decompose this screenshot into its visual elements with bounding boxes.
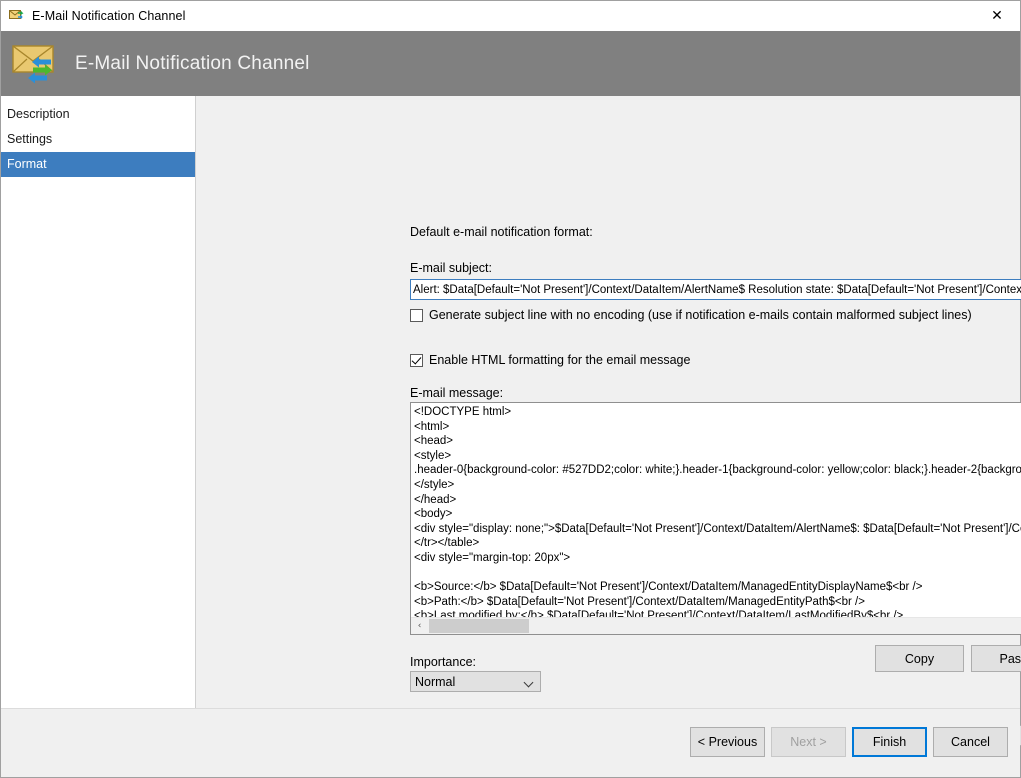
sidebar-item-settings[interactable]: Settings (1, 127, 195, 152)
no-encoding-checkbox-row[interactable]: Generate subject line with no encoding (… (410, 308, 972, 322)
page-title: E-Mail Notification Channel (75, 53, 310, 75)
no-encoding-checkbox[interactable] (410, 309, 423, 322)
scroll-left-icon[interactable]: ‹ (411, 618, 428, 634)
html-formatting-checkbox-label: Enable HTML formatting for the email mes… (429, 353, 690, 367)
email-subject-input[interactable] (410, 279, 1021, 300)
format-panel: Default e-mail notification format: E-ma… (196, 96, 1020, 708)
copy-button[interactable]: Copy (875, 645, 964, 672)
chevron-down-icon (525, 679, 533, 687)
email-message-editor[interactable]: <!DOCTYPE html> <html> <head> <style> .h… (410, 402, 1021, 635)
next-button: Next > (771, 727, 846, 757)
finish-button[interactable]: Finish (852, 727, 927, 757)
email-subject-label: E-mail subject: (410, 261, 492, 275)
email-message-text[interactable]: <!DOCTYPE html> <html> <head> <style> .h… (414, 405, 1021, 617)
close-icon[interactable]: ✕ (974, 1, 1020, 31)
window-title: E-Mail Notification Channel (32, 9, 185, 23)
title-bar: E-Mail Notification Channel ✕ (1, 1, 1020, 31)
wizard-sidebar: Description Settings Format (1, 96, 196, 708)
html-formatting-checkbox[interactable] (410, 354, 423, 367)
header-banner: E-Mail Notification Channel (1, 31, 1020, 96)
section-label: Default e-mail notification format: (410, 225, 593, 239)
horizontal-scroll-thumb[interactable] (429, 619, 529, 633)
previous-button[interactable]: < Previous (690, 727, 765, 757)
paste-button[interactable]: Paste (971, 645, 1021, 672)
email-channel-icon (9, 8, 25, 24)
importance-value: Normal (415, 675, 455, 689)
sidebar-item-description[interactable]: Description (1, 102, 195, 127)
email-message-label: E-mail message: (410, 386, 503, 400)
sidebar-item-format[interactable]: Format (1, 152, 195, 177)
email-sync-icon (11, 42, 67, 86)
wizard-footer: < Previous Next > Finish Cancel (1, 708, 1020, 777)
cancel-button[interactable]: Cancel (933, 727, 1008, 757)
email-notification-channel-window: E-Mail Notification Channel ✕ (0, 0, 1021, 778)
importance-label: Importance: (410, 655, 476, 669)
body-area: Description Settings Format Default e-ma… (1, 96, 1020, 708)
html-formatting-checkbox-row[interactable]: Enable HTML formatting for the email mes… (410, 353, 690, 367)
no-encoding-checkbox-label: Generate subject line with no encoding (… (429, 308, 972, 322)
importance-select[interactable]: Normal (410, 671, 541, 692)
message-horizontal-scrollbar[interactable]: ‹ › (411, 617, 1021, 634)
